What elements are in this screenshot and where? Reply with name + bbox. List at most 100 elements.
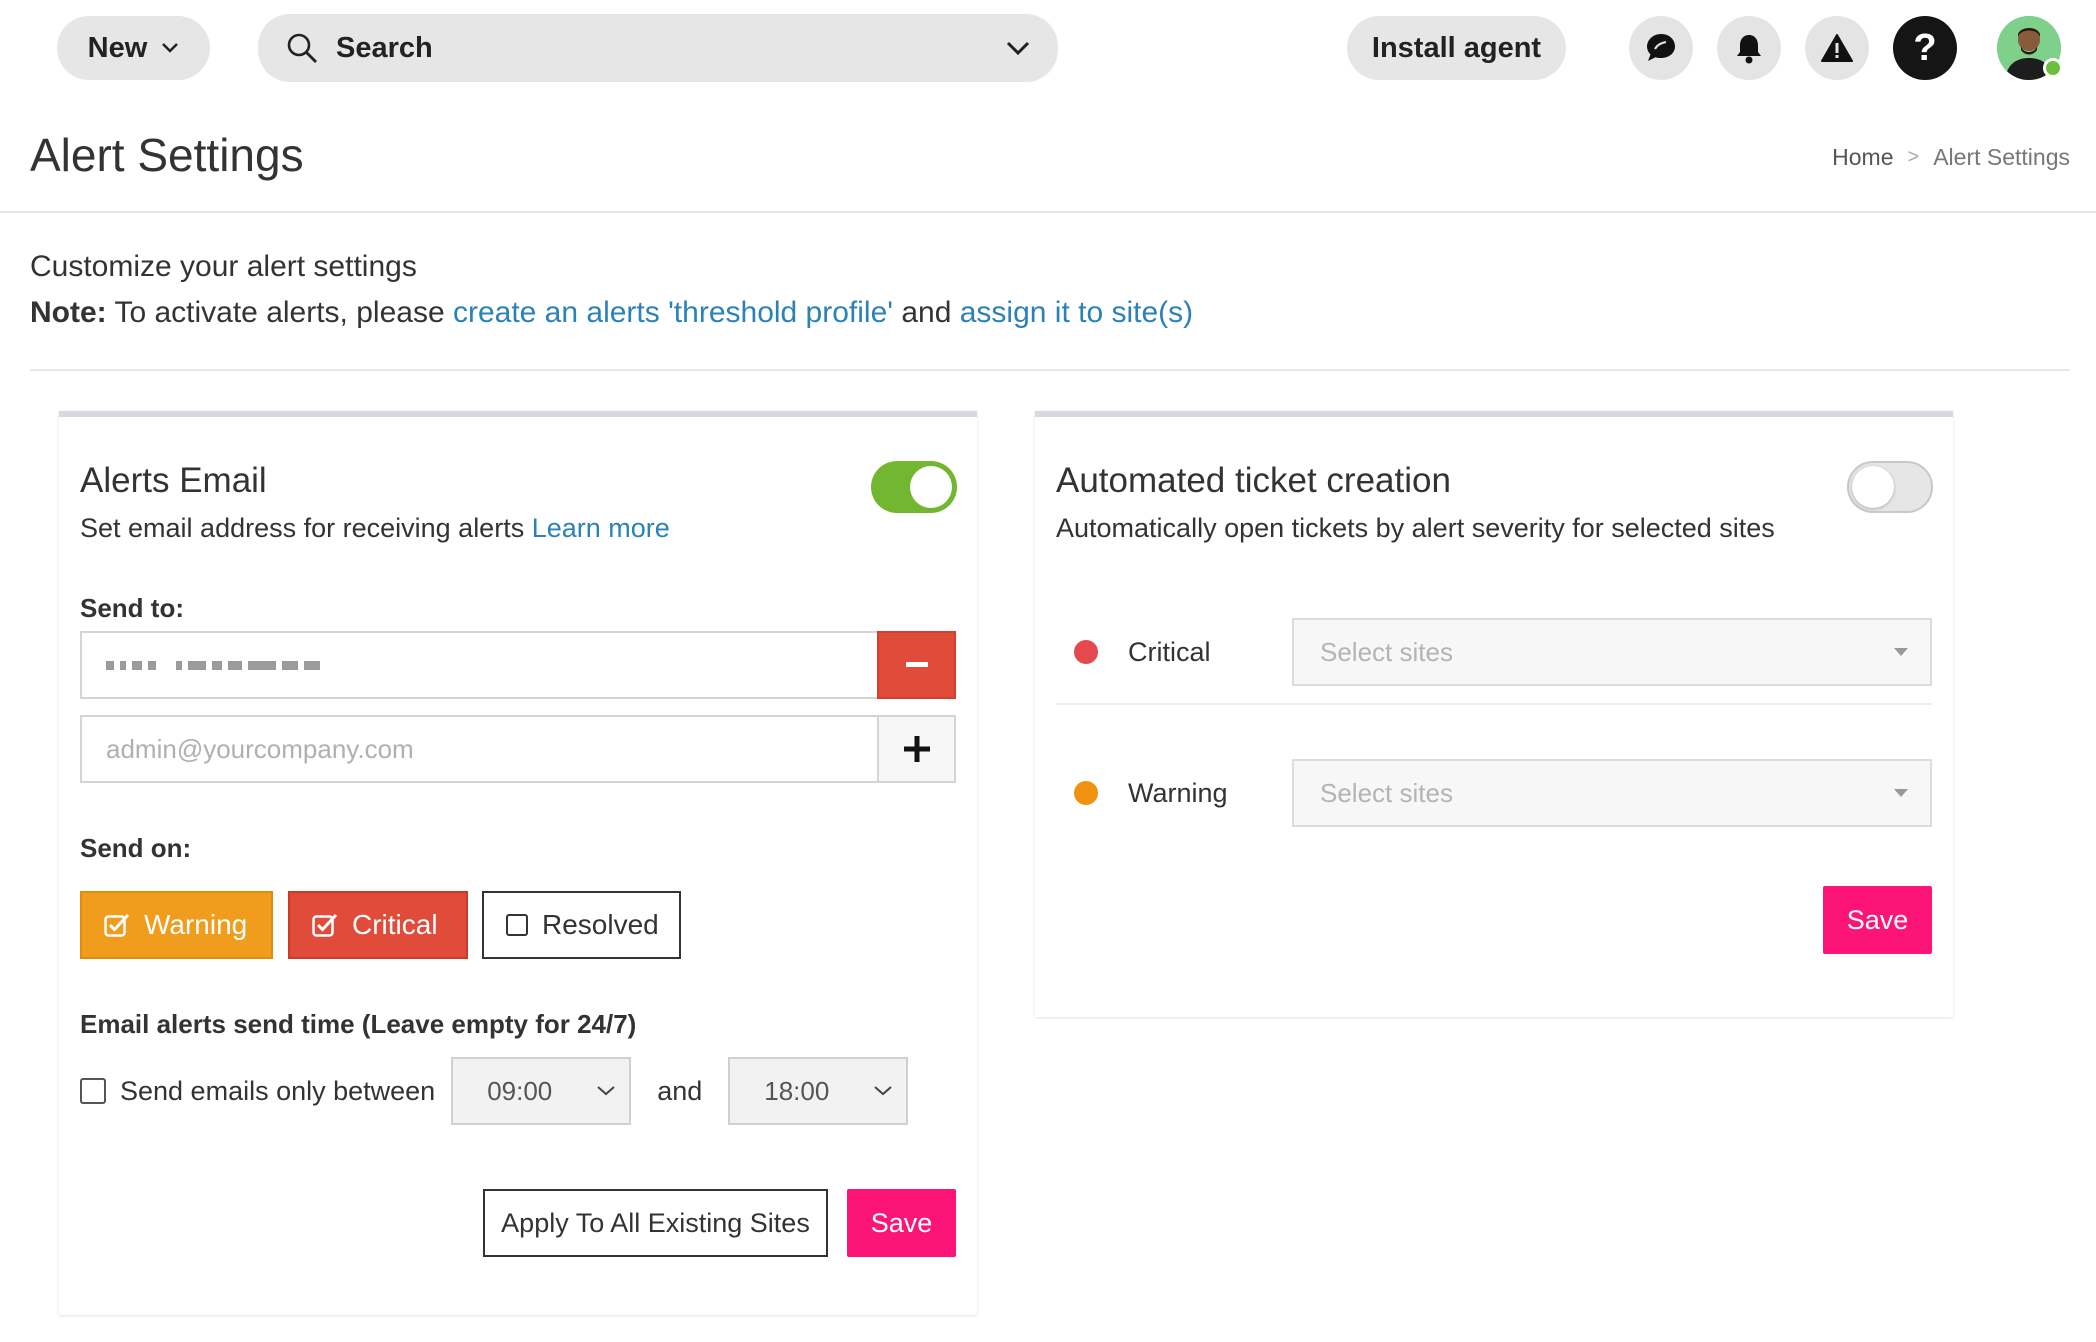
chevron-down-icon <box>162 43 179 53</box>
send-time-label: Email alerts send time (Leave empty for … <box>80 1009 637 1039</box>
checked-checkbox-icon <box>104 913 130 937</box>
to-time-select[interactable]: 18:00 <box>728 1057 909 1125</box>
learn-more-link[interactable]: Learn more <box>532 513 670 543</box>
redacted-block <box>132 660 142 670</box>
automated-ticket-toggle[interactable] <box>1847 461 1933 513</box>
alerts-email-toggle[interactable] <box>871 461 957 513</box>
notifications-button[interactable] <box>1717 16 1781 80</box>
critical-sites-select[interactable]: Select sites <box>1292 618 1932 686</box>
checked-checkbox-icon <box>312 913 338 937</box>
send-to-label: Send to: <box>80 593 184 623</box>
breadcrumb-separator: > <box>1907 146 1920 168</box>
send-on-critical-toggle[interactable]: Critical <box>288 891 468 959</box>
email-field-redacted[interactable] <box>80 631 877 699</box>
send-time-row: Send emails only between 09:00 and 18:00 <box>80 1057 909 1125</box>
automated-ticket-title: Automated ticket creation <box>1056 461 1451 500</box>
save-label: Save <box>1846 904 1909 935</box>
new-email-row <box>80 715 956 783</box>
redacted-block <box>228 660 242 670</box>
redacted-block <box>304 660 320 670</box>
alert-triangle-icon <box>1821 34 1853 62</box>
redacted-block <box>120 660 126 670</box>
new-button-label: New <box>87 31 148 64</box>
install-agent-label: Install agent <box>1371 31 1542 64</box>
caret-down-icon <box>1894 789 1908 797</box>
page-title: Alert Settings <box>30 129 304 181</box>
automated-ticket-subtitle: Automatically open tickets by alert seve… <box>1056 513 1775 543</box>
new-email-input[interactable] <box>106 733 877 765</box>
breadcrumb-home[interactable]: Home <box>1832 144 1893 171</box>
chevron-down-icon[interactable] <box>1006 41 1030 55</box>
minus-icon <box>905 662 928 667</box>
add-email-button[interactable] <box>877 715 956 783</box>
online-status-dot <box>2043 58 2063 78</box>
send-on-warning-label: Warning <box>144 909 248 940</box>
redacted-block <box>106 660 114 670</box>
chevron-down-icon <box>874 1086 892 1096</box>
send-on-resolved-toggle[interactable]: Resolved <box>482 891 681 959</box>
help-button[interactable]: ? <box>1893 16 1957 80</box>
install-agent-button[interactable]: Install agent <box>1347 16 1566 80</box>
intro-line: Customize your alert settings <box>30 250 417 283</box>
plus-icon <box>903 736 930 762</box>
remove-email-button[interactable] <box>877 631 956 699</box>
critical-dot-icon <box>1074 640 1098 664</box>
note-label: Note: <box>30 296 107 329</box>
redacted-block <box>212 660 222 670</box>
help-icon: ? <box>1913 26 1937 69</box>
search-bar[interactable]: Search <box>258 14 1058 82</box>
chevron-down-icon <box>597 1086 615 1096</box>
critical-sites-placeholder: Select sites <box>1320 636 1453 667</box>
note-text: To activate alerts, please <box>106 296 453 329</box>
from-time-value: 09:00 <box>487 1075 553 1106</box>
ticket-row-critical: Critical Select sites <box>1056 602 1932 702</box>
redacted-block <box>282 660 298 670</box>
breadcrumb: Home > Alert Settings <box>1832 144 2070 171</box>
apply-to-all-sites-button[interactable]: Apply To All Existing Sites <box>483 1189 828 1257</box>
email-entry-row <box>80 631 956 699</box>
row-divider <box>1056 703 1932 705</box>
breadcrumb-current: Alert Settings <box>1933 144 2070 170</box>
redacted-block <box>148 660 156 670</box>
chat-icon <box>1647 34 1675 61</box>
only-between-label: Send emails only between <box>120 1075 436 1106</box>
new-button[interactable]: New <box>57 16 210 80</box>
alerts-button[interactable] <box>1805 16 1869 80</box>
alerts-email-card: Alerts Email Set email address for recei… <box>59 411 977 1315</box>
chat-button[interactable] <box>1629 16 1693 80</box>
ticket-row-warning: Warning Select sites <box>1056 743 1932 843</box>
header-divider <box>0 211 2096 213</box>
save-label: Save <box>870 1207 933 1238</box>
warning-sites-select[interactable]: Select sites <box>1292 759 1932 827</box>
automated-ticket-card: Automated ticket creation Automatically … <box>1035 411 1953 1017</box>
intro-text: Customize your alert settings Note: To a… <box>30 244 1193 336</box>
alerts-email-subtitle-text: Set email address for receiving alerts <box>80 513 532 543</box>
redacted-block <box>176 660 182 670</box>
save-email-settings-button[interactable]: Save <box>847 1189 956 1257</box>
warning-sites-placeholder: Select sites <box>1320 777 1453 808</box>
send-on-critical-label: Critical <box>352 909 438 940</box>
and-label: and <box>657 1075 703 1106</box>
threshold-profile-link[interactable]: create an alerts 'threshold profile' <box>453 296 893 329</box>
from-time-select[interactable]: 09:00 <box>451 1057 632 1125</box>
send-on-label: Send on: <box>80 833 192 863</box>
send-on-warning-toggle[interactable]: Warning <box>80 891 273 959</box>
only-between-checkbox[interactable] <box>80 1078 106 1104</box>
alerts-email-title: Alerts Email <box>80 461 267 500</box>
apply-to-all-sites-label: Apply To All Existing Sites <box>501 1207 810 1238</box>
critical-label: Critical <box>1128 636 1211 667</box>
save-ticket-settings-button[interactable]: Save <box>1823 886 1932 954</box>
assign-sites-link[interactable]: assign it to site(s) <box>960 296 1193 329</box>
search-placeholder: Search <box>336 31 433 64</box>
top-bar: New Search Install agent ? <box>0 0 2096 96</box>
to-time-value: 18:00 <box>764 1075 830 1106</box>
send-on-resolved-label: Resolved <box>542 909 659 940</box>
intro-note: Note: To activate alerts, please create … <box>30 290 1193 336</box>
new-email-field[interactable] <box>80 715 877 783</box>
alerts-email-subtitle: Set email address for receiving alerts L… <box>80 513 670 544</box>
unchecked-checkbox-icon <box>506 914 528 936</box>
bell-icon <box>1737 35 1761 64</box>
caret-down-icon <box>1894 648 1908 656</box>
redacted-block <box>188 660 206 670</box>
toggle-knob <box>1852 466 1894 508</box>
